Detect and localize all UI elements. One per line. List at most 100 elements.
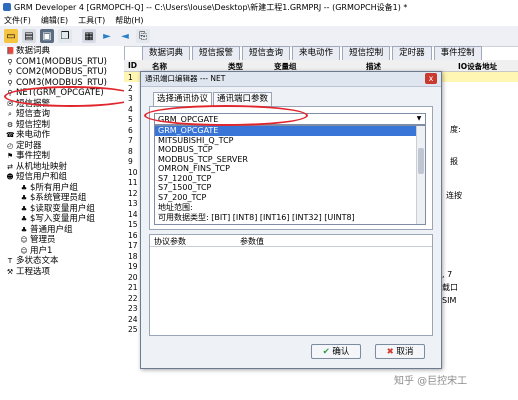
row-number: 14 bbox=[128, 209, 138, 219]
chevron-down-icon[interactable]: ▼ bbox=[414, 115, 424, 123]
tree-item[interactable]: ♣ $所有用户组 bbox=[0, 183, 124, 194]
tab-port-params[interactable]: 通讯端口参数 bbox=[213, 92, 273, 106]
col-id[interactable]: ID bbox=[128, 61, 137, 70]
tree-item[interactable]: 📕 数据词典 bbox=[0, 46, 124, 57]
tree-item[interactable]: ♣ $系统管理员组 bbox=[0, 193, 124, 204]
row-number: 6 bbox=[128, 125, 133, 135]
copy-icon[interactable]: ❐ bbox=[58, 29, 72, 43]
grid-fragment: 报 bbox=[450, 157, 458, 166]
tree-item-label: COM1(MODBUS_RTU) bbox=[16, 56, 107, 67]
row-number: 23 bbox=[128, 304, 138, 313]
window-title: GRM Developer 4 [GRMOPCH-Q] -- C:\Users\… bbox=[14, 2, 408, 12]
tree-item-label: 多状态文本 bbox=[16, 256, 59, 266]
link-icon: ⚲ bbox=[7, 78, 13, 87]
row-number: 8 bbox=[128, 146, 133, 156]
cancel-button[interactable]: ✖ 取消 bbox=[375, 344, 425, 359]
event-icon: ⚑ bbox=[6, 152, 14, 161]
dropdown-scrollbar[interactable] bbox=[416, 126, 425, 224]
tree-item[interactable]: ⚑ 事件控制 bbox=[0, 151, 124, 162]
row-number: 21 bbox=[128, 283, 138, 292]
row-number: 4 bbox=[128, 104, 133, 114]
menu-tools[interactable]: 工具(T) bbox=[78, 15, 105, 26]
tree-item[interactable]: ⇄ 从机地址映射 bbox=[0, 162, 124, 173]
scroll-thumb[interactable] bbox=[418, 148, 424, 174]
row-number: 2 bbox=[128, 83, 133, 93]
tree-item[interactable]: ☎ 来电动作 bbox=[0, 130, 124, 141]
tree-item-label: 定时器 bbox=[16, 140, 42, 151]
tree-item[interactable]: ♣ 普通用户组 bbox=[0, 225, 124, 236]
row-number: 17 bbox=[128, 241, 138, 250]
tab-incoming-call[interactable]: 来电动作 bbox=[292, 46, 341, 60]
cancel-label: 取消 bbox=[396, 347, 414, 357]
row-number: 5 bbox=[128, 115, 133, 124]
row-number: 13 bbox=[128, 199, 138, 208]
menu-bar: 文件(F) 编辑(E) 工具(T) 帮助(H) bbox=[0, 14, 518, 26]
folder-icon[interactable]: ▤ bbox=[22, 29, 36, 43]
close-button[interactable]: x bbox=[425, 73, 437, 84]
download-icon[interactable]: ► bbox=[100, 29, 114, 43]
tab-sms-alarm[interactable]: 短信报警 bbox=[192, 46, 241, 60]
tree-item-label: COM2(MODBUS_RTU) bbox=[16, 67, 107, 77]
grid-icon[interactable]: ▦ bbox=[82, 29, 96, 43]
title-bar: GRM Developer 4 [GRMOPCH-Q] -- C:\Users\… bbox=[0, 0, 518, 14]
row-number: 19 bbox=[128, 262, 138, 271]
dialog-tabs: 选择通讯协议 通讯端口参数 bbox=[153, 92, 273, 106]
menu-help[interactable]: 帮助(H) bbox=[115, 15, 143, 26]
protocol-option[interactable]: S7_200_TCP bbox=[155, 193, 425, 203]
user-icon: ☺ bbox=[20, 246, 28, 255]
tree-item[interactable]: ⚙ 短信控制 bbox=[0, 120, 124, 131]
tree-item[interactable]: ☻ 短信用户和组 bbox=[0, 172, 124, 183]
group-icon: ♣ bbox=[20, 183, 28, 192]
tree-item-label: 管理员 bbox=[30, 235, 56, 245]
tree-item[interactable]: T 多状态文本 bbox=[0, 256, 124, 267]
dialog-title: 通讯端口编辑器 --- NET bbox=[141, 72, 441, 87]
menu-edit[interactable]: 编辑(E) bbox=[41, 15, 68, 26]
tree-item[interactable]: ⌕ 短信查询 bbox=[0, 109, 124, 120]
tree-item[interactable]: ☺ 管理员 bbox=[0, 235, 124, 246]
group-icon: ♣ bbox=[20, 215, 28, 224]
tree-item[interactable]: ♣ $写入变量用户组 bbox=[0, 214, 124, 225]
grid-fragment: 连按 bbox=[446, 191, 462, 200]
ok-button[interactable]: ✔ 确认 bbox=[311, 344, 361, 359]
tree-item[interactable]: ⚲ COM1(MODBUS_RTU) bbox=[0, 57, 124, 68]
port-editor-dialog: 通讯端口编辑器 --- NET x 选择通讯协议 通讯端口参数 GRM_OPCG… bbox=[140, 71, 442, 369]
row-number: 11 bbox=[128, 178, 138, 187]
ok-label: 确认 bbox=[332, 347, 350, 357]
tab-timer[interactable]: 定时器 bbox=[392, 46, 432, 60]
protocol-option[interactable]: S7_1500_TCP bbox=[155, 183, 425, 193]
search-icon: ⌕ bbox=[8, 110, 12, 119]
tree-item[interactable]: ⚲ COM2(MODBUS_RTU) bbox=[0, 67, 124, 78]
tree-item-label: 普通用户组 bbox=[30, 224, 73, 235]
tree-item[interactable]: ♣ $读取变量用户组 bbox=[0, 204, 124, 215]
open-folder-icon[interactable]: ▭ bbox=[4, 29, 18, 43]
tree-item[interactable]: ⚒ 工程选项 bbox=[0, 267, 124, 278]
protocol-option[interactable]: MODBUS_TCP_SERVER bbox=[155, 155, 425, 165]
export-icon[interactable]: ⎘ bbox=[136, 29, 150, 43]
protocol-option[interactable]: S7_1200_TCP bbox=[155, 174, 425, 184]
tab-event-control[interactable]: 事件控制 bbox=[433, 46, 482, 60]
tree-item[interactable]: ☺ 用户1 bbox=[0, 246, 124, 257]
map-icon: ⇄ bbox=[7, 162, 13, 171]
menu-file[interactable]: 文件(F) bbox=[4, 15, 31, 26]
group-icon: ♣ bbox=[20, 194, 28, 203]
tree-item-label: $读取变量用户组 bbox=[30, 203, 95, 214]
save-icon[interactable]: ▣ bbox=[40, 29, 54, 43]
highlight-ellipse-net bbox=[4, 86, 138, 107]
tree-item[interactable]: ◴ 定时器 bbox=[0, 141, 124, 152]
data-types-label: 可用数据类型: [BIT] [INT8] [INT16] [INT32] [UI… bbox=[158, 213, 355, 222]
row-number: 3 bbox=[128, 94, 133, 103]
tab-sms-query[interactable]: 短信查询 bbox=[242, 46, 291, 60]
highlight-ellipse-protocol bbox=[144, 105, 308, 126]
tab-select-protocol[interactable]: 选择通讯协议 bbox=[153, 92, 213, 106]
protocol-option[interactable]: OMRON_FINS_TCP bbox=[155, 164, 425, 174]
row-number: 18 bbox=[128, 251, 138, 261]
col-io-address[interactable]: IO设备地址 bbox=[458, 61, 497, 72]
tab-sms-control[interactable]: 短信控制 bbox=[342, 46, 391, 60]
check-icon: ✔ bbox=[322, 347, 330, 357]
grid-fragment: 载口 bbox=[442, 283, 458, 292]
tab-data-dictionary[interactable]: 数据词典 bbox=[142, 46, 191, 60]
protocol-option[interactable]: MITSUBISHI_Q_TCP bbox=[155, 136, 425, 146]
upload-icon[interactable]: ◄ bbox=[118, 29, 132, 43]
protocol-option[interactable]: GRM_OPCGATE bbox=[155, 126, 425, 136]
protocol-option[interactable]: MODBUS_TCP bbox=[155, 145, 425, 155]
